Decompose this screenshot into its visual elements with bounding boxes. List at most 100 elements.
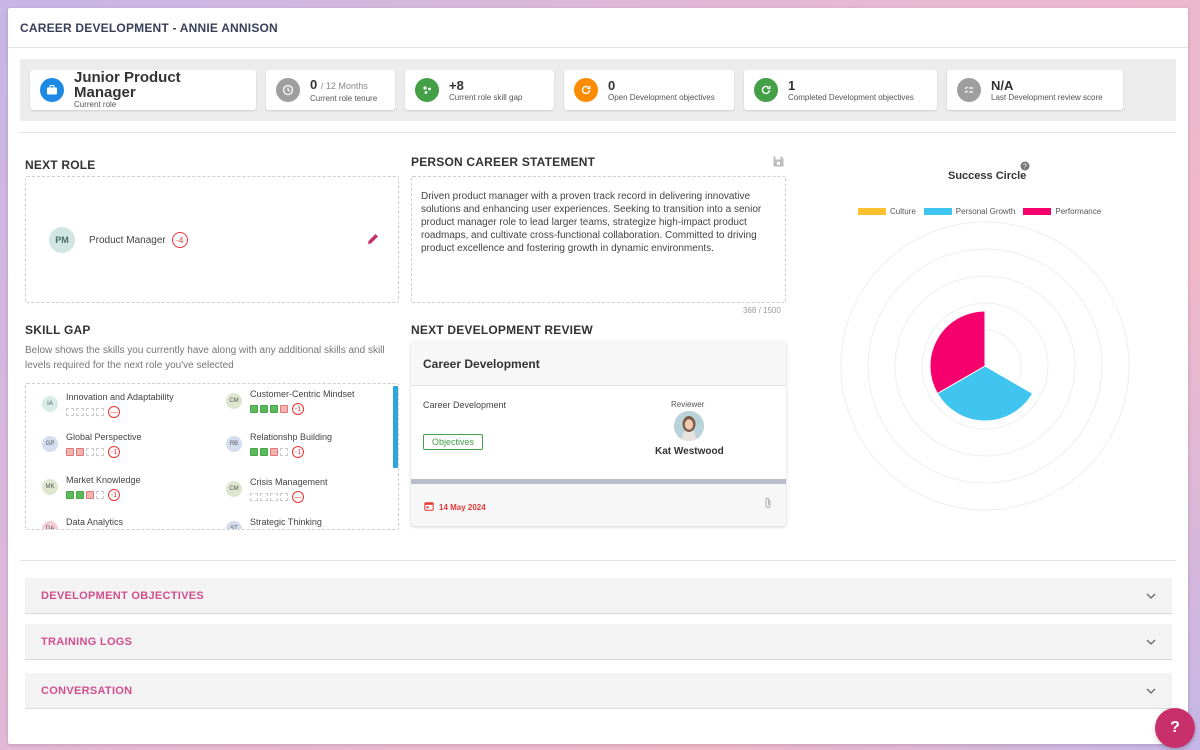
objectives-tag[interactable]: Objectives — [423, 434, 484, 450]
review-date: 14 May 2024 — [424, 498, 486, 516]
legend-item[interactable]: Culture — [858, 207, 916, 216]
chevron-down-icon — [1146, 636, 1156, 648]
skill-item: RB Relationshp Building -1 — [226, 432, 332, 458]
review-card-title: Career Development — [423, 357, 540, 371]
stat-value: +8 — [449, 77, 464, 93]
gap-indicator: — — [108, 406, 120, 418]
save-icon[interactable] — [772, 155, 785, 173]
avatar: CM — [226, 393, 242, 409]
accordion-label: DEVELOPMENT OBJECTIVES — [41, 589, 205, 602]
skill-name: Global Perspective — [66, 432, 142, 442]
accordion-label: TRAINING LOGS — [41, 635, 133, 648]
next-review-title: NEXT DEVELOPMENT REVIEW — [411, 323, 593, 337]
skill-gap-list[interactable]: IA Innovation and Adaptability — CM Cust… — [25, 383, 399, 530]
stat-label: Current role skill gap — [449, 92, 523, 102]
molecule-icon — [415, 78, 439, 102]
accordion-conversation[interactable]: CONVERSATION — [25, 673, 1172, 709]
next-role-box: PM Product Manager -4 — [25, 176, 399, 303]
calendar-icon — [424, 498, 434, 516]
avatar: PM — [49, 227, 75, 253]
skill-name: Relationshp Building — [250, 432, 333, 442]
stat-skill-gap: +8 Current role skill gap — [405, 70, 554, 110]
stat-last-review-score: N/A Last Development review score — [947, 70, 1123, 110]
accordion-label: CONVERSATION — [41, 684, 133, 697]
skill-name: Customer-Centric Mindset — [250, 389, 355, 399]
skill-name: Innovation and Adaptability — [66, 392, 174, 402]
skill-item: MK Market Knowledge -1 — [42, 475, 141, 501]
attachment-icon[interactable] — [763, 496, 773, 514]
skill-item: DA Data Analytics — [42, 517, 124, 529]
skill-item: CM Customer-Centric Mindset -1 — [226, 389, 355, 415]
stats-strip: Junior Product Manager Current role 0 / … — [20, 59, 1176, 121]
stat-completed-objectives: 1 Completed Development objectives — [744, 70, 937, 110]
accordion-training-logs[interactable]: TRAINING LOGS — [25, 624, 1172, 660]
skill-gap-description: Below shows the skills you currently hav… — [25, 345, 385, 371]
briefcase-icon — [40, 78, 64, 102]
skill-gap-badge: -4 — [171, 232, 188, 248]
career-statement-text: Driven product manager with a proven tra… — [421, 191, 762, 254]
avatar: MK — [42, 479, 58, 495]
gap-indicator: -1 — [108, 446, 120, 458]
avatar: IA — [42, 396, 58, 412]
skill-item: ST Strategic Thinking — [226, 517, 322, 529]
avatar: CM — [226, 481, 242, 497]
divider — [20, 560, 1176, 561]
career-statement-field[interactable]: Driven product manager with a proven tra… — [411, 176, 786, 303]
career-statement-title: PERSON CAREER STATEMENT — [411, 155, 596, 169]
accordion-development-objectives[interactable]: DEVELOPMENT OBJECTIVES — [25, 578, 1172, 614]
refresh-icon — [754, 78, 778, 102]
help-icon: ? — [1170, 719, 1180, 736]
skill-item: CM Crisis Management — — [226, 477, 328, 503]
legend-label: Personal Growth — [955, 207, 1016, 216]
stat-value: N/A — [991, 77, 1014, 93]
skill-name: Strategic Thinking — [250, 517, 322, 527]
stat-label: Current role — [74, 100, 117, 109]
gap-indicator: — — [292, 491, 304, 503]
next-role-title: NEXT ROLE — [25, 158, 96, 172]
chevron-down-icon — [1146, 590, 1156, 602]
review-card[interactable]: Career Development Career Development Ob… — [411, 341, 786, 526]
avatar: DA — [42, 521, 58, 529]
reviewer-label: Reviewer — [671, 400, 705, 409]
stat-value: 0 — [310, 76, 318, 92]
gap-indicator: -1 — [292, 446, 304, 458]
gap-indicator: -1 — [292, 403, 304, 415]
help-button[interactable]: ? — [1155, 708, 1195, 748]
stat-value: 1 — [788, 77, 796, 93]
reviewer-avatar — [674, 411, 704, 441]
clock-icon — [276, 78, 300, 102]
avatar: ST — [226, 521, 242, 529]
divider — [20, 132, 1176, 133]
stat-label: Completed Development objectives — [788, 92, 914, 102]
legend-item[interactable]: Performance — [1023, 207, 1101, 216]
main-window: CAREER DEVELOPMENT - ANNIE ANNISON Junio… — [8, 8, 1188, 744]
reviewer-name: Kat Westwood — [655, 446, 724, 457]
scrollbar[interactable] — [393, 386, 398, 468]
chart-legend: Culture Personal Growth Performance — [858, 207, 1101, 216]
chart-title: Success Circle — [948, 170, 1027, 182]
char-counter: 368 / 1500 — [743, 306, 781, 315]
refresh-icon — [574, 78, 598, 102]
success-circle-chart — [840, 221, 1130, 511]
stat-open-objectives: 0 Open Development objectives — [564, 70, 734, 110]
stat-sub: / 12 Months — [320, 80, 368, 91]
skill-item: IA Innovation and Adaptability — — [42, 392, 174, 418]
avatar: RB — [226, 436, 242, 452]
stat-label: Current role tenure — [310, 93, 378, 103]
stat-value: Junior Product Manager — [74, 69, 181, 101]
review-date-text: 14 May 2024 — [439, 502, 486, 512]
stat-current-role: Junior Product Manager Current role — [30, 70, 256, 110]
skill-name: Market Knowledge — [66, 475, 141, 485]
gap-indicator: -1 — [108, 489, 120, 501]
review-item-label: Career Development — [423, 400, 507, 410]
skill-name: Data Analytics — [66, 517, 124, 527]
legend-label: Culture — [890, 207, 916, 216]
legend-item[interactable]: Personal Growth — [923, 207, 1016, 216]
avatar: GP — [42, 436, 58, 452]
legend-label: Performance — [1055, 207, 1102, 216]
next-role-item[interactable]: PM Product Manager -4 — [49, 227, 188, 253]
stat-role-tenure: 0 / 12 Months Current role tenure — [266, 70, 395, 110]
edit-icon[interactable] — [366, 232, 380, 251]
checklist-icon — [957, 78, 981, 102]
skill-gap-title: SKILL GAP — [25, 323, 91, 337]
